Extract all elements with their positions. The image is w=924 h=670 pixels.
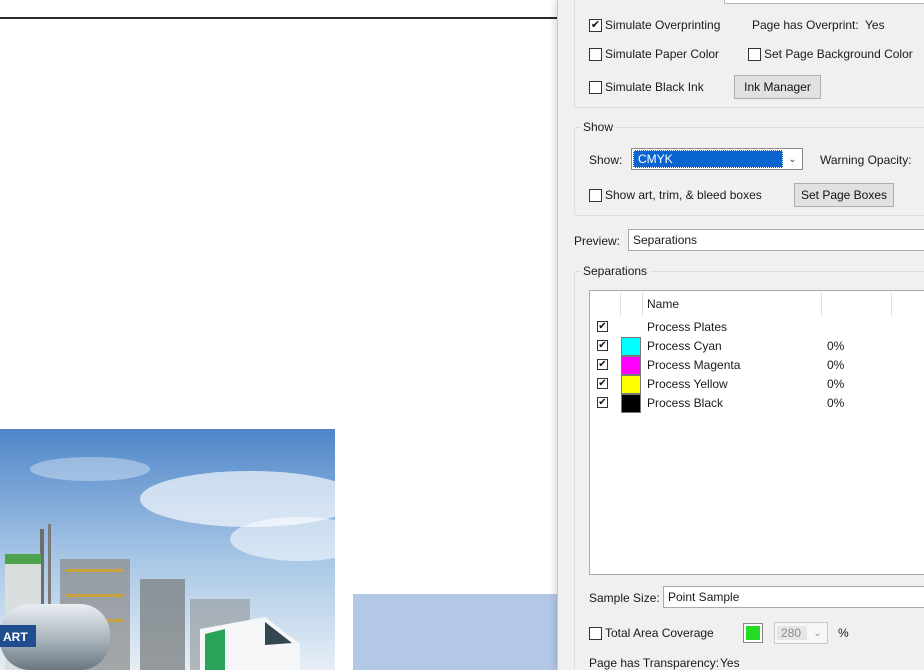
checkbox-checked-icon: ✔ <box>589 18 602 32</box>
sample-size-dropdown[interactable]: Point Sample <box>663 586 924 608</box>
separation-name: Process Black <box>647 396 724 410</box>
page-has-overprint-value: Yes <box>865 18 885 32</box>
coverage-color-swatch[interactable] <box>743 623 763 643</box>
separation-checkbox[interactable]: ✔ <box>597 340 608 351</box>
separation-checkbox[interactable]: ✔ <box>597 359 608 370</box>
coverage-unit: % <box>838 626 849 640</box>
show-group-title: Show <box>580 120 617 134</box>
separation-percent: 0% <box>827 396 845 410</box>
checkbox-empty-icon <box>589 188 602 202</box>
checkbox-empty-icon <box>589 626 602 640</box>
separations-group-title: Separations <box>580 264 651 278</box>
warning-opacity-label: Warning Opacity: <box>820 153 912 167</box>
separation-percent: 0% <box>827 377 845 391</box>
simulate-overprinting-label: Simulate Overprinting <box>605 18 721 32</box>
set-page-background-label: Set Page Background Color <box>764 47 913 61</box>
set-page-boxes-button[interactable]: Set Page Boxes <box>794 183 894 207</box>
refinery-photo: ART <box>0 429 335 670</box>
output-preview-panel: ✔ Simulate Overprinting Page has Overpri… <box>557 0 924 670</box>
ink-color-swatch <box>621 337 641 356</box>
coverage-value: 280 <box>777 626 807 640</box>
simulate-black-ink-checkbox[interactable]: Simulate Black Ink <box>589 79 704 95</box>
simulate-paper-color-label: Simulate Paper Color <box>605 47 720 61</box>
ink-color-swatch <box>621 375 641 394</box>
separation-row[interactable]: ✔ Process Black 0% <box>590 394 924 413</box>
chevron-down-icon: ⌄ <box>813 627 822 639</box>
simulate-overprinting-checkbox[interactable]: ✔ Simulate Overprinting <box>589 17 720 33</box>
separation-percent: 0% <box>827 339 845 353</box>
coverage-value-dropdown[interactable]: 280 ⌄ <box>774 622 828 644</box>
ink-color-swatch <box>621 356 641 375</box>
separation-row[interactable]: ✔ Process Cyan 0% <box>590 337 924 356</box>
separations-list: Name ✔ Process Plates ✔ Process Cyan 0% ✔ Proc… <box>589 290 924 575</box>
checkbox-empty-icon <box>589 80 602 94</box>
show-boxes-label: Show art, trim, & bleed boxes <box>605 188 762 202</box>
total-area-coverage-label: Total Area Coverage <box>605 626 714 640</box>
transparency-value: Yes <box>720 656 740 670</box>
separation-row[interactable]: ✔ Process Yellow 0% <box>590 375 924 394</box>
separation-name: Process Cyan <box>647 339 722 353</box>
ink-color-swatch <box>621 394 641 413</box>
page-has-overprint-label: Page has Overprint: <box>752 18 859 32</box>
separation-row[interactable]: ✔ Process Magenta 0% <box>590 356 924 375</box>
separation-name: Process Plates <box>647 320 728 334</box>
separation-percent: 0% <box>827 358 845 372</box>
show-dropdown-value: CMYK <box>633 150 783 168</box>
sample-size-value: Point Sample <box>668 590 740 604</box>
document-blue-block <box>353 594 560 670</box>
preview-dropdown[interactable]: Separations <box>628 229 924 251</box>
separations-header: Name <box>590 291 924 318</box>
show-dropdown[interactable]: CMYK ⌄ <box>631 148 803 170</box>
show-label: Show: <box>589 153 623 167</box>
separation-checkbox[interactable]: ✔ <box>597 321 608 332</box>
simulate-paper-color-checkbox[interactable]: Simulate Paper Color <box>589 46 719 62</box>
separation-row[interactable]: ✔ Process Plates <box>590 318 924 337</box>
ink-manager-button[interactable]: Ink Manager <box>734 75 821 99</box>
show-boxes-checkbox[interactable]: Show art, trim, & bleed boxes <box>589 187 762 203</box>
name-column-header[interactable]: Name <box>647 297 679 311</box>
preview-dropdown-value: Separations <box>633 233 698 247</box>
separation-checkbox[interactable]: ✔ <box>597 397 608 408</box>
chevron-down-icon: ⌄ <box>788 153 797 165</box>
transparency-label: Page has Transparency: <box>589 656 720 670</box>
separation-name: Process Magenta <box>647 358 741 372</box>
total-area-coverage-checkbox[interactable]: Total Area Coverage <box>589 625 714 641</box>
preview-label: Preview: <box>574 234 621 248</box>
checkbox-empty-icon <box>589 47 602 61</box>
truck-badge-text: ART <box>3 630 28 644</box>
simulate-black-ink-label: Simulate Black Ink <box>605 80 704 94</box>
separation-name: Process Yellow <box>647 377 728 391</box>
sample-size-label: Sample Size: <box>589 591 660 605</box>
document-rule-line <box>0 17 560 19</box>
document-page: ART <box>0 0 560 670</box>
set-page-background-checkbox[interactable]: Set Page Background Color <box>748 46 913 62</box>
checkbox-empty-icon <box>748 47 761 61</box>
separation-checkbox[interactable]: ✔ <box>597 378 608 389</box>
